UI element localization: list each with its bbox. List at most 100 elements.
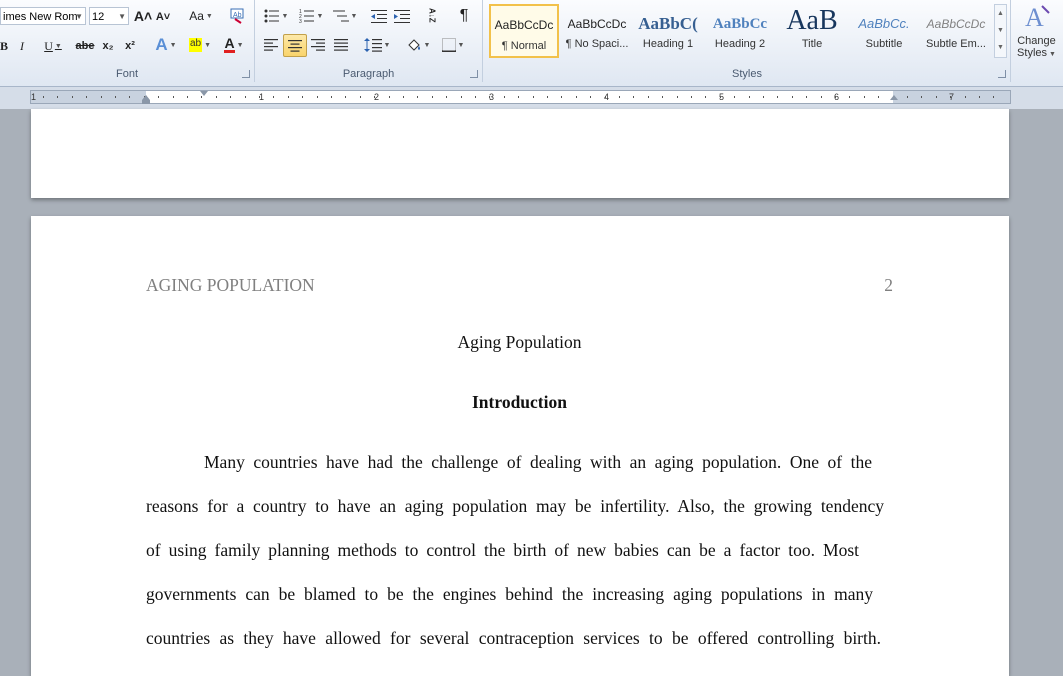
first-line-indent-marker[interactable] xyxy=(200,91,208,96)
font-size-combo[interactable]: 12 ▼ xyxy=(89,7,129,25)
font-group-label: Font xyxy=(115,68,138,80)
style-sample: AaBbCc xyxy=(712,16,768,32)
subscript-button[interactable]: x₂ xyxy=(99,36,117,56)
ruler-tick xyxy=(201,96,203,98)
bold-button[interactable]: B xyxy=(0,36,10,56)
ruler-tick xyxy=(662,96,664,98)
underline-button[interactable]: U ▼ xyxy=(38,36,68,56)
align-left-button[interactable] xyxy=(261,35,281,55)
body-line: reasons for a country to have an aging p… xyxy=(146,496,884,516)
page-2[interactable]: AGING POPULATION 2 Aging Population Intr… xyxy=(31,216,1009,676)
change-styles-label-1: Change xyxy=(1017,35,1056,47)
change-styles-label-2-wrap: Styles ▼ xyxy=(1017,47,1056,59)
ruler-tick xyxy=(619,96,620,98)
align-center-button[interactable] xyxy=(283,34,307,57)
style-no-spacing[interactable]: AaBbCcDc ¶ No Spaci... xyxy=(562,4,632,58)
superscript-label: x² xyxy=(125,40,135,52)
clear-formatting-button[interactable]: Ab xyxy=(227,6,247,26)
ruler-tick xyxy=(57,96,59,98)
ruler-tick xyxy=(244,96,246,98)
font-group: imes New Rom ▼ 12 ▼ A˄ A˅ Aa ▼ Ab B I U ▼ … xyxy=(0,0,255,82)
ruler-tick xyxy=(388,96,390,98)
change-styles-button[interactable]: A Change Styles ▼ xyxy=(1010,0,1063,64)
ruler-tick xyxy=(820,96,822,98)
change-case-button[interactable]: Aa ▼ xyxy=(187,6,215,26)
bullets-button[interactable]: ▼ xyxy=(261,6,291,26)
left-indent-marker[interactable] xyxy=(142,100,150,104)
highlight-button[interactable]: ab ▼ xyxy=(184,35,216,55)
style-name: Heading 2 xyxy=(714,38,766,50)
body-line: countries as they have allowed for sever… xyxy=(146,628,881,648)
ruler-tick xyxy=(302,96,304,98)
body-line: governments can be blamed to be the engi… xyxy=(146,584,873,604)
body-line: Many countries have had the challenge of… xyxy=(204,452,872,472)
dialog-launcher-icon[interactable] xyxy=(242,70,250,78)
ruler-tick xyxy=(748,96,750,98)
increase-indent-button[interactable] xyxy=(392,6,412,26)
dialog-launcher-icon[interactable] xyxy=(470,70,478,78)
paragraph-group-label: Paragraph xyxy=(342,68,395,80)
borders-button[interactable]: ▼ xyxy=(438,35,468,55)
ruler-tick xyxy=(359,96,361,98)
right-indent-marker[interactable] xyxy=(890,95,898,100)
strikethrough-button[interactable]: abe xyxy=(74,36,96,56)
align-left-icon xyxy=(264,39,278,51)
sort-button[interactable]: A↓Z xyxy=(421,5,443,25)
change-styles-icon: A xyxy=(1025,3,1050,32)
chevron-down-icon[interactable]: ▼ xyxy=(118,8,126,24)
change-styles-label-2: Styles xyxy=(1017,47,1048,59)
numbering-button[interactable]: 1 2 3 ▼ xyxy=(296,6,326,26)
decrease-indent-button[interactable] xyxy=(369,6,389,26)
font-color-button[interactable]: A ▼ xyxy=(219,35,249,55)
style-sample: AaBbCcDc xyxy=(567,17,627,31)
style-title[interactable]: AaB Title xyxy=(777,4,847,58)
align-right-button[interactable] xyxy=(308,35,328,55)
dialog-launcher-icon[interactable] xyxy=(998,70,1006,78)
chevron-up-icon[interactable]: ▲ xyxy=(995,5,1006,22)
ruler-tick xyxy=(518,96,520,98)
page-1-bottom xyxy=(31,109,1009,198)
multilevel-list-button[interactable]: ▼ xyxy=(330,6,360,26)
ruler-tick xyxy=(561,96,563,98)
paragraph-group: ▼ 1 2 3 ▼ ▼ A↓Z ¶ ▼ ▼ ▼ Paragraph xyxy=(255,0,483,82)
style-heading-2[interactable]: AaBbCc Heading 2 xyxy=(705,4,775,58)
ruler-tick xyxy=(705,96,707,98)
bold-label: B xyxy=(0,38,8,53)
style-normal[interactable]: AaBbCcDc ¶ Normal xyxy=(489,4,559,58)
italic-button[interactable]: I xyxy=(15,36,29,56)
ruler-tick xyxy=(806,96,808,98)
ruler-tick xyxy=(921,96,923,98)
ruler-tick xyxy=(777,96,779,98)
style-sample: AaBbCcDc xyxy=(494,18,554,32)
show-formatting-button[interactable]: ¶ xyxy=(455,6,473,26)
chevron-down-icon[interactable]: ▼ xyxy=(75,8,83,24)
line-spacing-button[interactable]: ▼ xyxy=(363,35,391,55)
font-name-combo[interactable]: imes New Rom ▼ xyxy=(0,7,86,25)
ruler-tick xyxy=(489,96,491,98)
horizontal-ruler[interactable]: 1 1 2 3 4 5 6 7 xyxy=(30,90,1011,104)
ruler-tick xyxy=(215,96,217,98)
style-subtle-emphasis[interactable]: AaBbCcDc Subtle Em... xyxy=(921,4,991,58)
chevron-down-icon[interactable]: ▼ xyxy=(995,22,1006,39)
ruler-tick xyxy=(129,96,131,98)
justify-button[interactable] xyxy=(331,35,351,55)
ruler-tick xyxy=(878,96,880,98)
paint-bucket-icon xyxy=(407,39,420,51)
underline-label: U xyxy=(44,38,53,53)
superscript-button[interactable]: x² xyxy=(121,36,139,56)
grow-font-button[interactable]: A˄ xyxy=(134,6,152,26)
shrink-font-button[interactable]: A˅ xyxy=(155,7,171,27)
shading-button[interactable]: ▼ xyxy=(403,35,433,55)
styles-gallery-scroll[interactable]: ▲ ▼ ▼ xyxy=(994,4,1007,58)
ruler-tick xyxy=(187,96,188,98)
style-name: Title xyxy=(801,38,823,50)
ruler-tick xyxy=(475,96,476,98)
text-effects-button[interactable]: A ▼ xyxy=(151,35,181,55)
ruler-tick xyxy=(547,96,548,98)
style-subtitle[interactable]: AaBbCc. Subtitle xyxy=(849,4,919,58)
ruler-tick xyxy=(345,96,347,98)
grow-font-icon: A˄ xyxy=(133,8,153,24)
more-icon[interactable]: ▼ xyxy=(995,39,1006,56)
style-heading-1[interactable]: AaBbC( Heading 1 xyxy=(633,4,703,58)
ruler-tick xyxy=(503,96,505,98)
